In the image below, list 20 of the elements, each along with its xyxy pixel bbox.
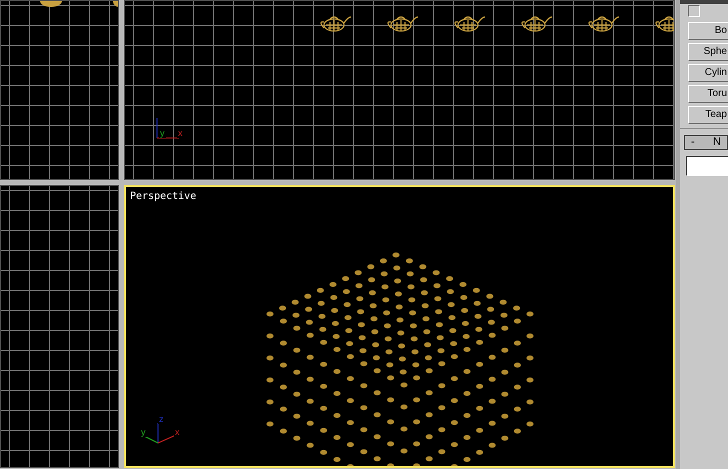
axis-label: x [174, 428, 180, 437]
axis-label: z [158, 415, 164, 424]
primitive-button[interactable]: Bo [688, 22, 728, 40]
primitive-button[interactable]: Teap [688, 106, 728, 124]
grid-viewport[interactable] [0, 0, 119, 180]
primitive-button[interactable]: Sphe [688, 43, 728, 61]
rollout-header[interactable]: - N [684, 135, 728, 150]
primitive-button[interactable]: Cylin [688, 64, 728, 82]
primitive-button[interactable]: Toru [688, 85, 728, 103]
rollout-title: N [713, 137, 721, 148]
checkbox[interactable] [688, 5, 700, 17]
perspective-viewport[interactable]: Perspective z y x [124, 185, 675, 468]
name-field[interactable] [686, 156, 728, 176]
viewport-label: Perspective [130, 190, 196, 204]
rollout-toggle[interactable]: - [691, 137, 695, 148]
grid-viewport[interactable]: y x [124, 0, 675, 180]
axis-label: x [177, 129, 184, 138]
grid-viewport[interactable] [0, 185, 119, 468]
axis-label: y [159, 129, 166, 138]
axis-label: y [140, 428, 146, 437]
